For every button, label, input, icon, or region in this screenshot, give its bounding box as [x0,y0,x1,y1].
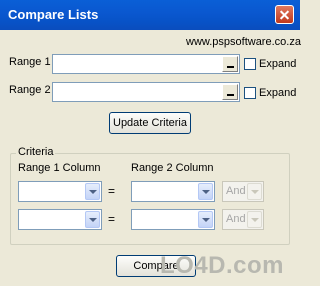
chevron-down-icon[interactable] [247,211,262,228]
website-link: www.pspsoftware.co.za [186,36,301,48]
update-criteria-button[interactable]: Update Criteria [109,112,191,134]
chevron-down-icon[interactable] [198,183,213,200]
criteria-row2-joiner-select[interactable]: And [222,209,264,230]
range2-expand-checkbox[interactable] [244,87,256,99]
close-button[interactable] [275,5,294,24]
watermark: LO4D.com [160,252,285,279]
minimize-icon [227,66,234,68]
criteria-row1-joiner-value: And [226,185,246,197]
range1-picker-button[interactable] [222,56,238,72]
criteria-row1-range1-select[interactable] [18,181,102,202]
chevron-down-icon[interactable] [85,211,100,228]
minimize-icon [227,94,234,96]
range1-expand-checkbox[interactable] [244,58,256,70]
chevron-down-icon[interactable] [198,211,213,228]
range1-column-header: Range 1 Column [18,162,101,174]
equals-sign: = [108,212,116,226]
range1-input[interactable] [52,54,240,74]
criteria-row2-range1-select[interactable] [18,209,102,230]
criteria-title: Criteria [16,146,56,158]
equals-sign: = [108,184,116,198]
range2-picker-button[interactable] [222,84,238,100]
range2-input[interactable] [52,82,240,102]
range2-column-header: Range 2 Column [131,162,214,174]
range2-expand-label: Expand [259,87,297,99]
criteria-row1-joiner-select[interactable]: And [222,181,264,202]
range2-label: Range 2 [9,84,51,96]
range1-label: Range 1 [9,56,51,68]
chevron-down-icon[interactable] [247,183,262,200]
chevron-down-icon[interactable] [85,183,100,200]
criteria-row1-range2-select[interactable] [131,181,215,202]
criteria-row2-joiner-value: And [226,213,246,225]
criteria-row2-range2-select[interactable] [131,209,215,230]
window-title: Compare Lists [8,7,99,22]
range1-expand-label: Expand [259,58,297,70]
